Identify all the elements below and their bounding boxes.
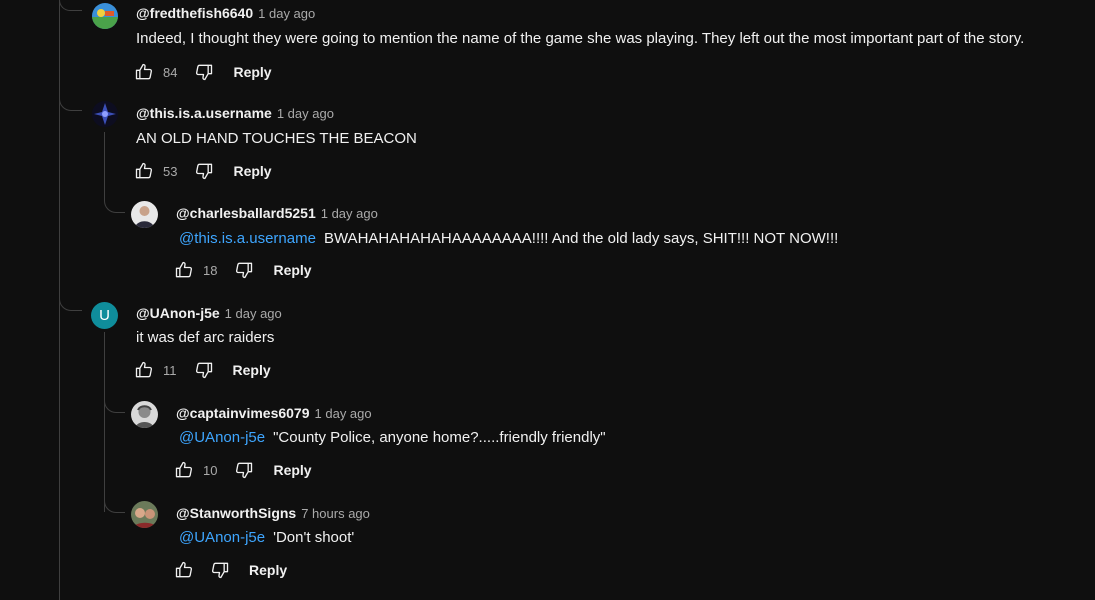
thumbs-up-icon[interactable] (173, 259, 195, 281)
comment-text: @UAnon-j5e "County Police, anyone home?..… (179, 429, 606, 446)
thumbs-down-icon[interactable] (193, 359, 215, 381)
reply-button[interactable]: Reply (233, 362, 271, 378)
comment-text: it was def arc raiders (136, 329, 275, 346)
thumbs-down-icon[interactable] (193, 61, 215, 83)
avatar[interactable] (131, 401, 158, 428)
comment-author[interactable]: @captainvimes6079 (176, 405, 310, 421)
avatar-letter: U (99, 307, 110, 324)
reply-button[interactable]: Reply (273, 262, 311, 278)
comment: @fredthefish6640 1 day ago Indeed, I thou… (0, 0, 1095, 90)
like-count: 11 (163, 362, 177, 378)
comment-timestamp[interactable]: 1 day ago (315, 406, 372, 421)
reply-button[interactable]: Reply (233, 64, 271, 80)
comment-author[interactable]: @fredthefish6640 (136, 5, 253, 21)
comment-body: BWAHAHAHAHAHAAAAAAAA!!!! And the old lad… (323, 230, 839, 247)
comment-timestamp[interactable]: 1 day ago (225, 306, 282, 321)
thumbs-up-icon[interactable] (173, 459, 195, 481)
comment-body: "County Police, anyone home?.....friendl… (273, 429, 606, 446)
thumbs-down-icon[interactable] (233, 459, 255, 481)
like-count: 10 (203, 462, 218, 478)
mention-link[interactable]: @this.is.a.username (179, 230, 316, 247)
avatar[interactable] (92, 101, 118, 127)
comment-text: @this.is.a.username BWAHAHAHAHAHAAAAAAAA!… (179, 230, 838, 247)
comment-body: 'Don't shoot' (273, 529, 355, 546)
comment-timestamp[interactable]: 7 hours ago (301, 506, 370, 521)
comment-text: Indeed, I thought they were going to men… (136, 30, 1025, 47)
mention-link[interactable]: @UAnon-j5e (179, 429, 265, 446)
comment-reply: @charlesballard5251 1 day ago @this.is.a.… (0, 195, 1095, 290)
like-count: 18 (203, 262, 218, 278)
thumbs-up-icon[interactable] (133, 61, 155, 83)
avatar[interactable] (92, 3, 118, 29)
comment-author[interactable]: @UAnon-j5e (136, 305, 220, 321)
mention-link[interactable]: @UAnon-j5e (179, 529, 265, 546)
thumbs-up-icon[interactable] (133, 160, 155, 182)
reply-button[interactable]: Reply (233, 163, 271, 179)
thumbs-down-icon[interactable] (209, 559, 231, 581)
comment-timestamp[interactable]: 1 day ago (321, 206, 378, 221)
thumbs-up-icon[interactable] (173, 559, 195, 581)
like-count: 53 (163, 163, 178, 179)
thumbs-down-icon[interactable] (233, 259, 255, 281)
comment: @this.is.a.username 1 day ago AN OLD HAND… (0, 95, 1095, 190)
comment-timestamp[interactable]: 1 day ago (277, 106, 334, 121)
avatar[interactable] (131, 201, 158, 228)
comment-author[interactable]: @charlesballard5251 (176, 205, 316, 221)
comment: U @UAnon-j5e 1 day ago it was def arc rai… (0, 295, 1095, 390)
thumbs-down-icon[interactable] (193, 160, 215, 182)
reply-button[interactable]: Reply (273, 462, 311, 478)
comment-text: @UAnon-j5e 'Don't shoot' (179, 529, 354, 546)
thumbs-up-icon[interactable] (133, 359, 155, 381)
avatar[interactable] (131, 501, 158, 528)
comment-reply: @captainvimes6079 1 day ago @UAnon-j5e "Co… (0, 395, 1095, 490)
comment-author[interactable]: @StanworthSigns (176, 505, 296, 521)
reply-button[interactable]: Reply (249, 562, 287, 578)
comment-reply: @StanworthSigns 7 hours ago @UAnon-j5e 'Do… (0, 495, 1095, 600)
comment-text: AN OLD HAND TOUCHES THE BEACON (136, 130, 417, 147)
avatar[interactable]: U (91, 302, 118, 329)
comment-author[interactable]: @this.is.a.username (136, 105, 272, 121)
like-count: 84 (163, 64, 178, 80)
comment-timestamp[interactable]: 1 day ago (258, 6, 315, 21)
